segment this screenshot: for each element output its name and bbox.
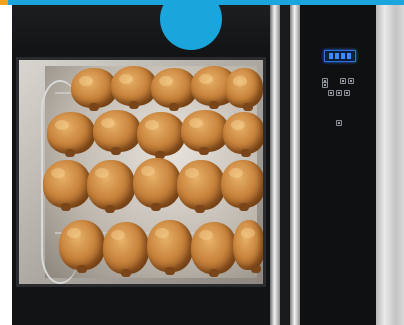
roast-chicken xyxy=(225,68,263,111)
roast-chicken xyxy=(137,112,185,159)
lcd-segment xyxy=(347,53,351,59)
roast-chicken xyxy=(221,160,263,211)
lcd-segment xyxy=(335,53,339,59)
roast-chicken xyxy=(133,158,181,211)
door-handle-bar[interactable] xyxy=(270,5,280,325)
control-button[interactable] xyxy=(336,90,342,96)
door-gap xyxy=(280,5,290,325)
roast-chicken xyxy=(47,112,95,157)
control-button[interactable] xyxy=(344,90,350,96)
stainless-side-panel xyxy=(376,5,404,325)
roast-chicken xyxy=(87,160,135,213)
control-button[interactable] xyxy=(322,82,328,88)
roast-chicken xyxy=(103,222,149,277)
roast-chicken xyxy=(223,112,263,157)
roast-chicken xyxy=(233,220,263,273)
blue-badge-circle xyxy=(160,0,222,50)
roast-chicken xyxy=(43,160,91,211)
lcd-segment xyxy=(329,53,333,59)
roast-chicken xyxy=(177,160,225,213)
lcd-segment xyxy=(341,53,345,59)
control-button[interactable] xyxy=(328,90,334,96)
oven-bottom-frame xyxy=(12,287,270,325)
control-button[interactable] xyxy=(348,78,354,84)
lcd-display xyxy=(324,50,356,62)
corner-accent xyxy=(0,0,8,5)
oven-window xyxy=(16,57,266,287)
roast-chicken xyxy=(147,220,193,275)
roast-chicken xyxy=(93,110,141,155)
oven-top-bar xyxy=(12,0,270,55)
control-button[interactable] xyxy=(336,120,342,126)
roast-chicken xyxy=(59,220,105,273)
roast-chicken xyxy=(191,222,237,277)
control-button[interactable] xyxy=(340,78,346,84)
roast-chicken xyxy=(181,110,229,155)
door-handle-bar[interactable] xyxy=(290,5,300,325)
